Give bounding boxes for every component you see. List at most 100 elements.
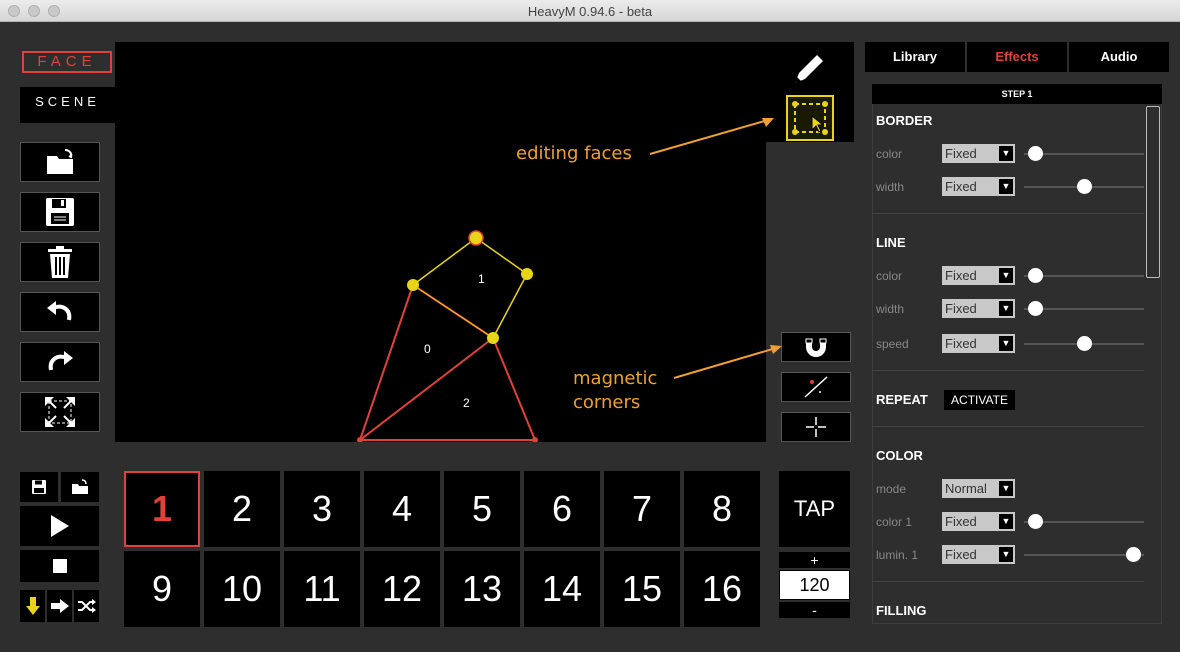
line-speed-label: speed bbox=[876, 337, 909, 351]
border-width-label: width bbox=[876, 180, 905, 194]
crosshair-icon bbox=[806, 417, 826, 437]
play-order-forward-button[interactable] bbox=[47, 590, 72, 622]
sequence-step-15[interactable]: 15 bbox=[604, 551, 680, 627]
floppy-disk-icon bbox=[32, 480, 46, 494]
window-title: HeavyM 0.94.6 - beta bbox=[527, 4, 653, 19]
sequence-step-1[interactable]: 1 bbox=[124, 471, 200, 547]
fullscreen-button[interactable] bbox=[20, 392, 100, 432]
effects-scrollbar[interactable] bbox=[1146, 106, 1160, 278]
vertex-handle[interactable] bbox=[407, 279, 419, 291]
line-speed-select-value: Fixed bbox=[945, 336, 977, 351]
sequence-step-7[interactable]: 7 bbox=[604, 471, 680, 547]
tempo-decrease-button[interactable]: - bbox=[779, 602, 850, 618]
step-title: STEP 1 bbox=[872, 84, 1162, 104]
delete-button[interactable] bbox=[20, 242, 100, 282]
play-button[interactable] bbox=[20, 506, 99, 546]
border-width-select[interactable]: Fixed ▼ bbox=[942, 177, 1015, 196]
lumin1-slider[interactable] bbox=[1024, 547, 1144, 562]
border-width-slider[interactable] bbox=[1024, 179, 1144, 194]
color-mode-select[interactable]: Normal ▼ bbox=[942, 479, 1015, 498]
tap-tempo-button[interactable]: TAP bbox=[779, 471, 850, 547]
chevron-down-icon: ▼ bbox=[999, 268, 1013, 283]
fullscreen-icon bbox=[45, 397, 75, 427]
color1-slider[interactable] bbox=[1024, 514, 1144, 529]
sequence-step-12[interactable]: 12 bbox=[364, 551, 440, 627]
face-geometry[interactable] bbox=[115, 42, 766, 442]
border-color-label: color bbox=[876, 147, 903, 161]
projection-canvas[interactable]: 0 1 2 bbox=[115, 42, 766, 442]
annotation-arrow bbox=[673, 345, 782, 379]
sequence-step-10[interactable]: 10 bbox=[204, 551, 280, 627]
slider-knob[interactable] bbox=[1077, 179, 1092, 194]
open-folder-icon bbox=[72, 479, 88, 494]
sequence-step-8[interactable]: 8 bbox=[684, 471, 760, 547]
trash-icon bbox=[48, 246, 72, 278]
chevron-down-icon: ▼ bbox=[999, 301, 1013, 316]
selection-cursor-icon bbox=[792, 101, 828, 135]
repeat-activate-button[interactable]: ACTIVATE bbox=[944, 390, 1015, 410]
sequence-step-6[interactable]: 6 bbox=[524, 471, 600, 547]
stop-button[interactable] bbox=[20, 550, 99, 582]
mode-tab-scene[interactable]: SCENE bbox=[20, 87, 115, 123]
save-sequence-button[interactable] bbox=[20, 472, 58, 502]
slider-knob[interactable] bbox=[1028, 268, 1043, 283]
redo-button[interactable] bbox=[20, 342, 100, 382]
open-folder-icon bbox=[47, 149, 73, 174]
lumin1-select-value: Fixed bbox=[945, 547, 977, 562]
annotation-editing-faces: editing faces bbox=[516, 143, 632, 164]
magnetic-corners-button[interactable] bbox=[781, 332, 851, 362]
section-divider bbox=[872, 213, 1144, 214]
effects-panel bbox=[872, 84, 1162, 624]
bpm-field[interactable]: 120 bbox=[779, 570, 850, 600]
tab-audio[interactable]: Audio bbox=[1069, 42, 1169, 72]
lumin1-select[interactable]: Fixed ▼ bbox=[942, 545, 1015, 564]
mode-tab-face[interactable]: FACE bbox=[22, 51, 112, 73]
snap-to-line-button[interactable] bbox=[781, 372, 851, 402]
edit-faces-tool[interactable] bbox=[786, 95, 834, 141]
save-button[interactable] bbox=[20, 192, 100, 232]
line-speed-select[interactable]: Fixed ▼ bbox=[942, 334, 1015, 353]
sequence-step-9[interactable]: 9 bbox=[124, 551, 200, 627]
slider-knob[interactable] bbox=[1126, 547, 1141, 562]
sequence-step-5[interactable]: 5 bbox=[444, 471, 520, 547]
sequence-step-2[interactable]: 2 bbox=[204, 471, 280, 547]
slider-knob[interactable] bbox=[1028, 301, 1043, 316]
slider-knob[interactable] bbox=[1077, 336, 1092, 351]
section-divider bbox=[872, 581, 1144, 582]
vertex-handle-selected[interactable] bbox=[468, 230, 484, 246]
border-color-slider[interactable] bbox=[1024, 146, 1144, 161]
vertex-handle[interactable] bbox=[487, 332, 499, 344]
tempo-increase-button[interactable]: + bbox=[779, 552, 850, 568]
redo-icon bbox=[48, 351, 73, 371]
sequence-step-14[interactable]: 14 bbox=[524, 551, 600, 627]
line-width-select[interactable]: Fixed ▼ bbox=[942, 299, 1015, 318]
section-divider bbox=[872, 426, 1144, 427]
sequence-step-3[interactable]: 3 bbox=[284, 471, 360, 547]
sequence-step-13[interactable]: 13 bbox=[444, 551, 520, 627]
sequence-step-16[interactable]: 16 bbox=[684, 551, 760, 627]
color1-select-value: Fixed bbox=[945, 514, 977, 529]
slider-knob[interactable] bbox=[1028, 514, 1043, 529]
vertex-handle[interactable] bbox=[532, 437, 538, 442]
center-crosshair-button[interactable] bbox=[781, 412, 851, 442]
open-sequence-button[interactable] bbox=[61, 472, 99, 502]
undo-button[interactable] bbox=[20, 292, 100, 332]
shuffle-button[interactable] bbox=[74, 590, 99, 622]
tab-effects[interactable]: Effects bbox=[967, 42, 1067, 72]
draw-faces-tool[interactable] bbox=[788, 50, 828, 90]
line-width-slider[interactable] bbox=[1024, 301, 1144, 316]
line-color-slider[interactable] bbox=[1024, 268, 1144, 283]
vertex-handle[interactable] bbox=[521, 268, 533, 280]
line-color-select[interactable]: Fixed ▼ bbox=[942, 266, 1015, 285]
line-color-select-value: Fixed bbox=[945, 268, 977, 283]
sequence-step-4[interactable]: 4 bbox=[364, 471, 440, 547]
play-order-down-button[interactable] bbox=[20, 590, 45, 622]
border-color-select[interactable]: Fixed ▼ bbox=[942, 144, 1015, 163]
color1-select[interactable]: Fixed ▼ bbox=[942, 512, 1015, 531]
slider-knob[interactable] bbox=[1028, 146, 1043, 161]
tab-library[interactable]: Library bbox=[865, 42, 965, 72]
open-file-button[interactable] bbox=[20, 142, 100, 182]
sequence-step-11[interactable]: 11 bbox=[284, 551, 360, 627]
line-speed-slider[interactable] bbox=[1024, 336, 1144, 351]
title-bar: HeavyM 0.94.6 - beta bbox=[0, 0, 1180, 22]
